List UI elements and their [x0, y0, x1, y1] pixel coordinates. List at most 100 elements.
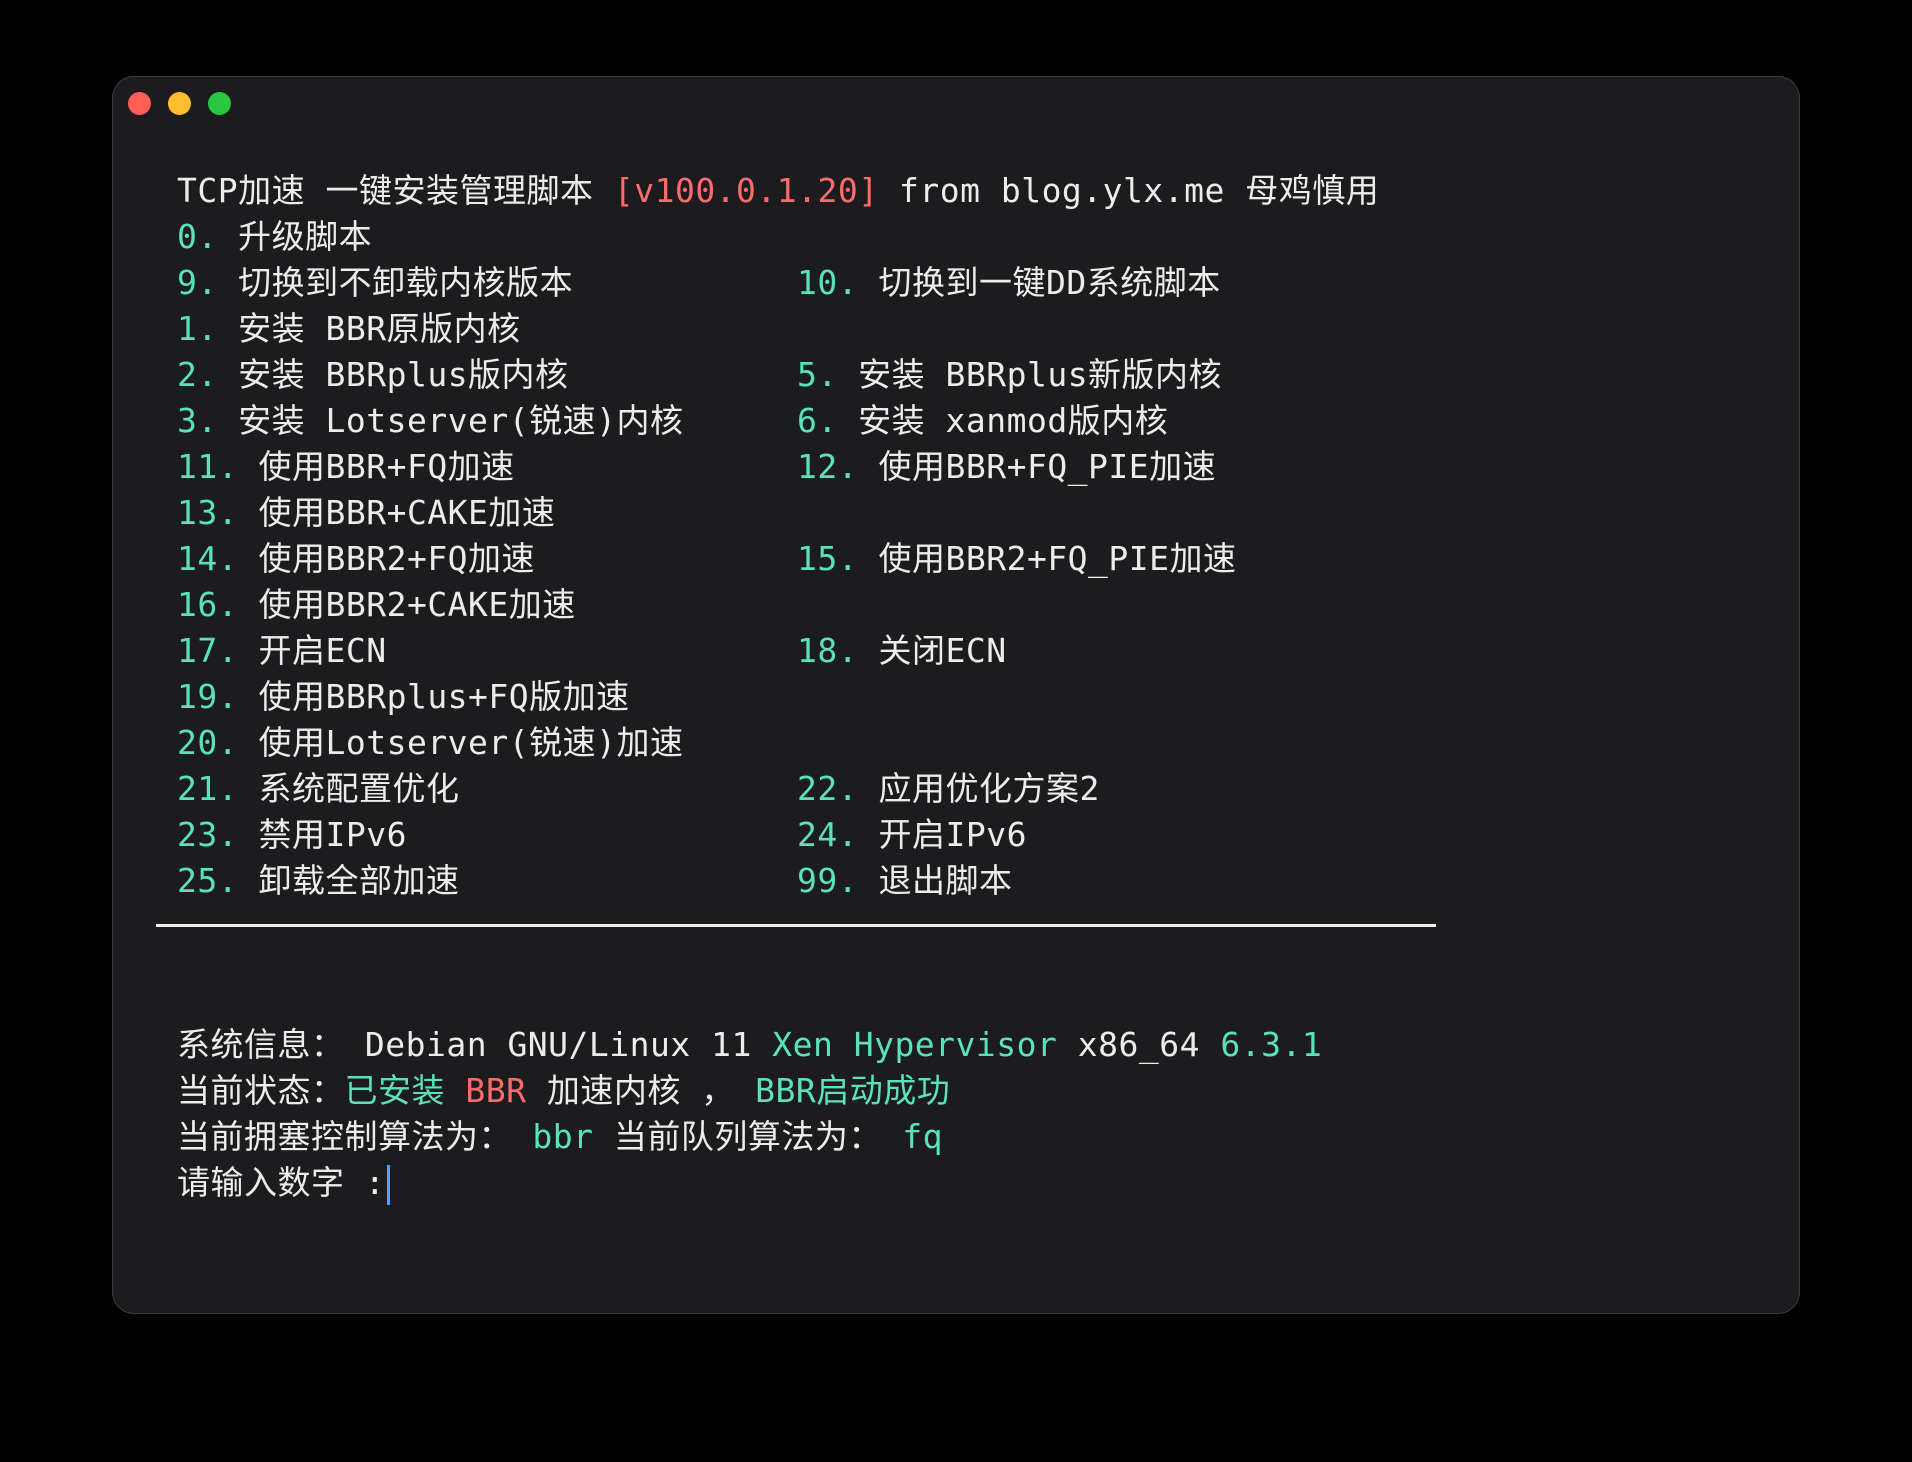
menu-item-number: 2. [177, 355, 218, 394]
menu-item[interactable]: 2. 安装 BBRplus版内核 [177, 355, 569, 394]
menu-item-label: 使用BBR+FQ_PIE加速 [858, 447, 1217, 486]
menu-item[interactable]: 5. 安装 BBRplus新版内核 [797, 352, 1222, 398]
menu-item-label: 安装 xanmod版内核 [837, 401, 1169, 440]
minimize-window-button[interactable] [168, 92, 191, 115]
menu-item-label: 卸载全部加速 [238, 861, 460, 900]
menu-item-label: 安装 BBRplus新版内核 [837, 355, 1223, 394]
menu-item-label: 使用BBR2+CAKE加速 [238, 585, 576, 624]
menu-item-number: 0. [177, 217, 218, 256]
menu-item[interactable]: 17. 开启ECN [177, 631, 387, 670]
menu-item-number: 12. [797, 447, 859, 486]
menu-item[interactable]: 3. 安装 Lotserver(锐速)内核 [177, 401, 684, 440]
menu-item-label: 升级脚本 [217, 217, 373, 256]
system-status: 系统信息： Debian GNU/Linux 11 Xen Hypervisor… [177, 1022, 1322, 1206]
menu-item-number: 99. [797, 861, 859, 900]
menu-item[interactable]: 16. 使用BBR2+CAKE加速 [177, 585, 576, 624]
congestion-value: bbr [512, 1117, 594, 1156]
menu-row: 16. 使用BBR2+CAKE加速 [177, 582, 1379, 628]
menu-item-label: 使用BBR2+FQ加速 [238, 539, 536, 578]
menu-item-number: 11. [177, 447, 239, 486]
menu-item-label: 开启IPv6 [858, 815, 1027, 854]
menu-row: 20. 使用Lotserver(锐速)加速 [177, 720, 1379, 766]
menu-row: 2. 安装 BBRplus版内核 5. 安装 BBRplus新版内核 [177, 352, 1379, 398]
queue-value: fq [881, 1117, 943, 1156]
menu-item-number: 22. [797, 769, 859, 808]
menu-item[interactable]: 12. 使用BBR+FQ_PIE加速 [797, 444, 1216, 490]
menu-item[interactable]: 0. 升级脚本 [177, 217, 372, 256]
queue-label: 当前队列算法为： [593, 1117, 882, 1156]
menu-item[interactable]: 99. 退出脚本 [797, 858, 1012, 904]
menu-item[interactable]: 23. 禁用IPv6 [177, 815, 407, 854]
menu-item[interactable]: 24. 开启IPv6 [797, 812, 1027, 858]
menu-item[interactable]: 15. 使用BBR2+FQ_PIE加速 [797, 536, 1237, 582]
menu-row: 25. 卸载全部加速 99. 退出脚本 [177, 858, 1379, 904]
version-label: [v100.0.1.20] [613, 171, 879, 210]
menu-item[interactable]: 13. 使用BBR+CAKE加速 [177, 493, 555, 532]
menu-row: 19. 使用BBRplus+FQ版加速 [177, 674, 1379, 720]
menu-item[interactable]: 11. 使用BBR+FQ加速 [177, 447, 515, 486]
menu-item[interactable]: 14. 使用BBR2+FQ加速 [177, 539, 535, 578]
menu-item-label: 安装 Lotserver(锐速)内核 [217, 401, 684, 440]
menu-item-number: 20. [177, 723, 239, 762]
menu-item[interactable]: 25. 卸载全部加速 [177, 861, 459, 900]
menu-item-label: 切换到不卸载内核版本 [217, 263, 574, 302]
title-source: from blog.ylx.me 母鸡慎用 [878, 171, 1380, 210]
separator-line [156, 924, 1436, 927]
menu-row: 9. 切换到不卸载内核版本 10. 切换到一键DD系统脚本 [177, 260, 1379, 306]
menu-item[interactable]: 19. 使用BBRplus+FQ版加速 [177, 677, 630, 716]
congestion-label: 当前拥塞控制算法为： [177, 1117, 512, 1156]
menu-item-label: 安装 BBR原版内核 [217, 309, 521, 348]
menu-item-number: 3. [177, 401, 218, 440]
menu-item-label: 关闭ECN [858, 631, 1007, 670]
menu-item-number: 16. [177, 585, 239, 624]
system-info-line: 系统信息： Debian GNU/Linux 11 Xen Hypervisor… [177, 1022, 1322, 1068]
text-cursor[interactable] [387, 1164, 391, 1205]
bbr-label: BBR [445, 1071, 527, 1110]
kernel-text: 加速内核 ， [526, 1071, 735, 1110]
algorithm-line: 当前拥塞控制算法为： bbr 当前队列算法为： fq [177, 1114, 1322, 1160]
menu-item[interactable]: 9. 切换到不卸载内核版本 [177, 263, 573, 302]
menu-item-label: 使用BBRplus+FQ版加速 [238, 677, 630, 716]
menu-item[interactable]: 21. 系统配置优化 [177, 769, 459, 808]
installed-status: 已安装 [344, 1071, 445, 1110]
input-prompt-line[interactable]: 请输入数字 : [177, 1160, 1322, 1206]
terminal-window: TCP加速 一键安装管理脚本 [v100.0.1.20] from blog.y… [112, 76, 1800, 1314]
window-controls [128, 92, 231, 115]
menu-item-label: 使用BBR2+FQ_PIE加速 [858, 539, 1237, 578]
menu-item[interactable]: 10. 切换到一键DD系统脚本 [797, 260, 1221, 306]
input-prompt: 请输入数字 : [177, 1163, 386, 1202]
menu-item-label: 禁用IPv6 [238, 815, 407, 854]
menu-item-number: 10. [797, 263, 859, 302]
menu-item-label: 使用BBR+FQ加速 [238, 447, 515, 486]
menu-item[interactable]: 1. 安装 BBR原版内核 [177, 309, 521, 348]
menu-item-label: 使用BBR+CAKE加速 [238, 493, 556, 532]
menu-item[interactable]: 20. 使用Lotserver(锐速)加速 [177, 723, 684, 762]
menu-item-label: 应用优化方案2 [858, 769, 1100, 808]
close-window-button[interactable] [128, 92, 151, 115]
menu-row: 17. 开启ECN 18. 关闭ECN [177, 628, 1379, 674]
menu-item[interactable]: 18. 关闭ECN [797, 628, 1007, 674]
menu-item-label: 使用Lotserver(锐速)加速 [238, 723, 684, 762]
menu-row: 1. 安装 BBR原版内核 [177, 306, 1379, 352]
zoom-window-button[interactable] [208, 92, 231, 115]
menu-item[interactable]: 22. 应用优化方案2 [797, 766, 1100, 812]
menu-item-number: 19. [177, 677, 239, 716]
bbr-result: BBR启动成功 [734, 1071, 951, 1110]
menu-item[interactable]: 6. 安装 xanmod版内核 [797, 398, 1168, 444]
menu-row: 13. 使用BBR+CAKE加速 [177, 490, 1379, 536]
menu-row: 14. 使用BBR2+FQ加速 15. 使用BBR2+FQ_PIE加速 [177, 536, 1379, 582]
os-name: Debian GNU/Linux 11 [344, 1025, 773, 1064]
menu-item-label: 安装 BBRplus版内核 [217, 355, 569, 394]
status-line: 当前状态：已安装 BBR 加速内核 ， BBR启动成功 [177, 1068, 1322, 1114]
system-info-label: 系统信息： [177, 1025, 345, 1064]
arch-name: x86_64 [1057, 1025, 1221, 1064]
menu-row: 0. 升级脚本 [177, 214, 1379, 260]
menu-item-number: 23. [177, 815, 239, 854]
menu-item-label: 退出脚本 [858, 861, 1013, 900]
menu-row: 11. 使用BBR+FQ加速 12. 使用BBR+FQ_PIE加速 [177, 444, 1379, 490]
menu-item-number: 5. [797, 355, 838, 394]
menu-item-number: 6. [797, 401, 838, 440]
menu-item-number: 24. [797, 815, 859, 854]
menu-item-number: 21. [177, 769, 239, 808]
menu-row: 23. 禁用IPv6 24. 开启IPv6 [177, 812, 1379, 858]
